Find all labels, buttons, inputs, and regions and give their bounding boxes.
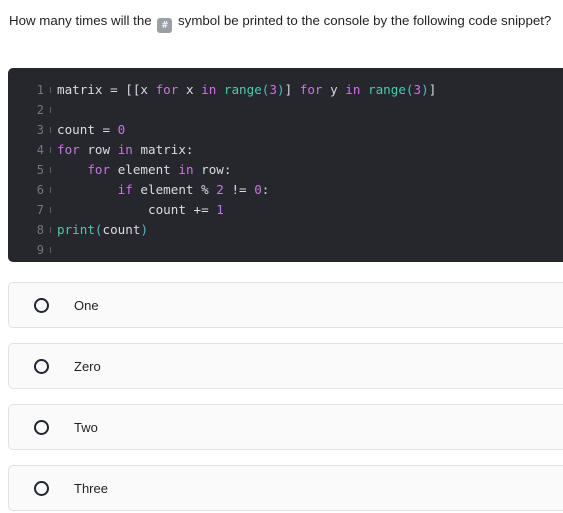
code-line: 8 print(count) — [8, 220, 563, 240]
hash-symbol-badge: # — [157, 18, 173, 33]
answer-option-two[interactable]: Two — [8, 404, 563, 450]
question-prompt: How many times will the # symbol be prin… — [0, 0, 563, 33]
line-number: 2 — [36, 103, 44, 117]
question-text-before: How many times will the — [9, 13, 152, 28]
code-line: 3 count = 0 — [8, 120, 563, 140]
code-snippet-block: 1 matrix = [[x for x in range(3)] for y … — [8, 68, 563, 262]
code-line: 2 — [8, 100, 563, 120]
code-line-content: count = 0 — [57, 122, 126, 137]
radio-button-icon[interactable] — [34, 297, 49, 313]
radio-button-icon[interactable] — [34, 419, 49, 435]
code-line-content: for element in row: — [87, 162, 232, 177]
answer-option-three[interactable]: Three — [8, 465, 563, 511]
answer-option-label: Zero — [74, 358, 101, 374]
answer-option-label: One — [74, 297, 99, 313]
code-line-content: if element % 2 != 0: — [117, 182, 270, 197]
quiz-question-page: How many times will the # symbol be prin… — [0, 0, 563, 513]
code-lines: 1 matrix = [[x for x in range(3)] for y … — [8, 68, 563, 262]
question-text-after: symbol be printed to the console by the … — [178, 13, 552, 28]
radio-button-icon[interactable] — [34, 480, 49, 496]
line-number: 6 — [36, 183, 44, 197]
answer-option-label: Three — [74, 480, 108, 496]
code-line: 9 — [8, 240, 563, 260]
code-line: 4 for row in matrix: — [8, 140, 563, 160]
code-line-content: print(count) — [57, 222, 149, 237]
line-number: 9 — [36, 243, 44, 257]
answer-options-list: One Zero Two Three — [8, 282, 563, 513]
code-line: 5 for element in row: — [8, 160, 563, 180]
line-number: 8 — [36, 223, 44, 237]
code-line-content: matrix = [[x for x in range(3)] for y in… — [57, 82, 437, 97]
code-line-content: for row in matrix: — [57, 142, 194, 157]
code-line-content: count += 1 — [57, 202, 224, 217]
line-number: 5 — [36, 163, 44, 177]
code-line: 6 if element % 2 != 0: — [8, 180, 563, 200]
radio-button-icon[interactable] — [34, 358, 49, 374]
line-number: 7 — [36, 203, 44, 217]
answer-option-label: Two — [74, 419, 98, 435]
answer-option-zero[interactable]: Zero — [8, 343, 563, 389]
line-number: 4 — [36, 143, 44, 157]
line-number: 1 — [36, 83, 44, 97]
code-line: 1 matrix = [[x for x in range(3)] for y … — [8, 80, 563, 100]
code-line: 7 count += 1 — [8, 200, 563, 220]
answer-option-one[interactable]: One — [8, 282, 563, 328]
line-number: 3 — [36, 123, 44, 137]
